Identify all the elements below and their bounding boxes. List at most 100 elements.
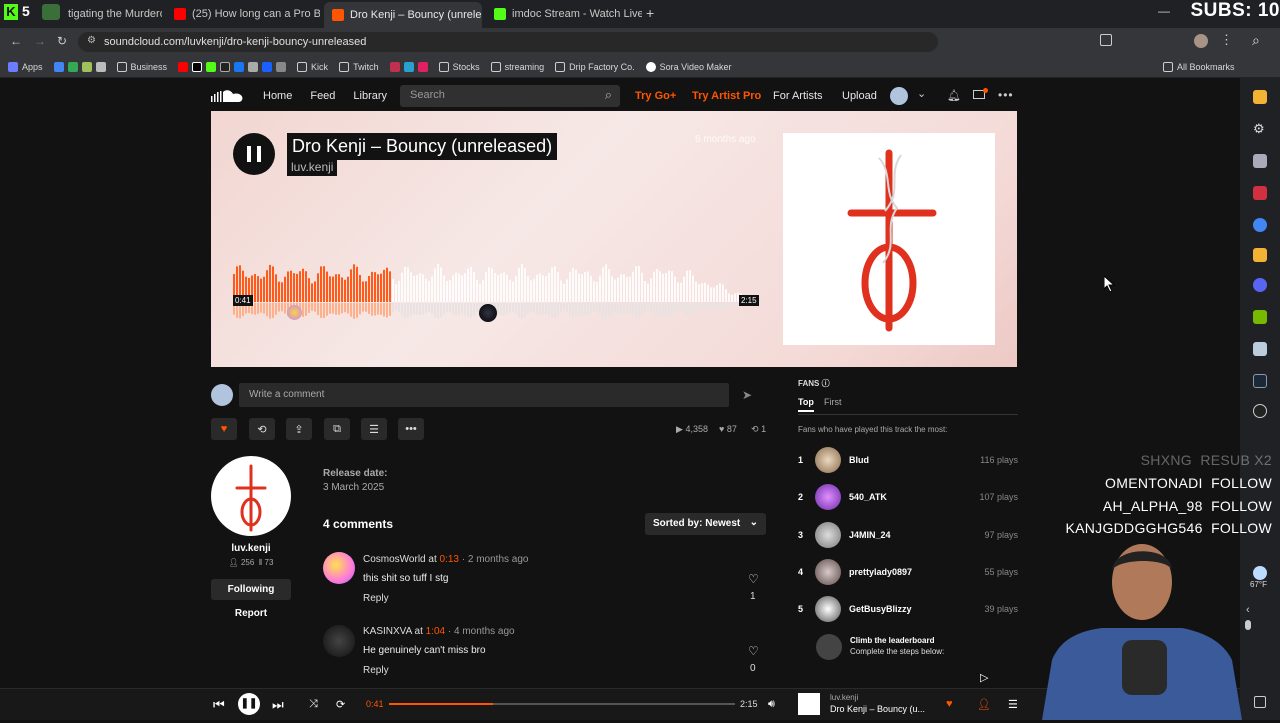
artist-name[interactable]: luv.kenji [211, 543, 291, 554]
share-button[interactable]: ⇪ [286, 418, 312, 440]
heart-icon[interactable]: ♡ [748, 644, 759, 658]
comment-marker-avatar[interactable] [287, 305, 302, 320]
reply-button[interactable]: Reply [363, 593, 389, 604]
app-icon-red[interactable] [1253, 186, 1267, 200]
app-icon-yellow[interactable] [1253, 248, 1267, 262]
more-options-icon[interactable]: ••• [998, 88, 1014, 102]
comment-user[interactable]: KASINXVA [363, 626, 412, 637]
comment-user[interactable]: CosmosWorld [363, 554, 426, 565]
discord-icon[interactable] [1253, 278, 1267, 292]
back-icon[interactable]: ← [10, 34, 22, 48]
notification-icon[interactable] [1254, 696, 1266, 708]
shuffle-icon[interactable]: ⤨ [309, 698, 318, 711]
minimize-button[interactable]: — [1158, 4, 1170, 18]
more-button[interactable]: ••• [398, 418, 424, 440]
repeat-icon[interactable]: ⟳ [336, 698, 345, 711]
bookmark-stocks[interactable]: Stocks [438, 61, 480, 72]
chrome-icon[interactable] [1253, 218, 1267, 232]
try-go-plus-link[interactable]: Try Go+ [635, 90, 676, 102]
bookmark-apps[interactable]: Apps [8, 61, 43, 72]
search-icon[interactable]: ⌕ [1252, 32, 1260, 49]
bookmark-drip-factory[interactable]: Drip Factory Co. [555, 61, 635, 72]
tab-first[interactable]: First [824, 397, 842, 407]
microphone-icon[interactable] [1245, 620, 1251, 630]
comment-timestamp[interactable]: 1:04 [426, 626, 445, 637]
now-playing-artist[interactable]: luv.kenji [830, 693, 858, 702]
app-icon-cloud[interactable] [1253, 342, 1267, 356]
chevron-down-icon[interactable]: ⌄ [917, 87, 926, 100]
following-button[interactable]: Following [211, 579, 291, 600]
chevron-left-icon[interactable]: ‹ [1246, 604, 1250, 616]
bell-icon[interactable]: 🔔︎ [947, 89, 961, 102]
bookmark-sora[interactable]: Sora Video Maker [645, 61, 732, 72]
fan-row[interactable]: 1 Blud 116 plays [798, 445, 1018, 475]
fan-row[interactable]: 2 540_ATK 107 plays [798, 482, 1018, 512]
now-playing-artwork[interactable] [798, 693, 820, 715]
gear-icon[interactable]: ⚙ [1253, 122, 1267, 136]
comment-avatar[interactable] [323, 552, 355, 584]
bookmark-twitch[interactable]: Twitch [339, 61, 379, 72]
upload-link[interactable]: Upload [842, 90, 877, 102]
comment-avatar[interactable] [323, 625, 355, 657]
report-link[interactable]: Report [211, 608, 291, 619]
folder-app-icon[interactable] [1253, 90, 1267, 104]
soundcloud-logo[interactable] [211, 89, 245, 103]
comment-input[interactable]: Write a comment [239, 383, 729, 407]
forward-icon[interactable]: → [34, 34, 46, 48]
profile-avatar[interactable] [1194, 34, 1208, 48]
all-bookmarks[interactable]: All Bookmarks [1163, 61, 1235, 72]
previous-icon[interactable]: ⏮ [213, 697, 225, 713]
steam-icon[interactable] [1253, 374, 1267, 388]
send-icon[interactable]: ➤ [742, 388, 752, 402]
tab-youtube[interactable]: (25) How long can a Pro Base E ✕ [166, 4, 320, 24]
now-playing-title[interactable]: Dro Kenji – Bouncy (u... [830, 704, 925, 714]
tab-murder[interactable]: tigating the Murdero ✕ [60, 4, 162, 24]
computer-icon[interactable] [1253, 154, 1267, 168]
fan-row[interactable]: 4 prettylady0897 55 plays [798, 557, 1018, 587]
pause-button[interactable]: ❚❚ [238, 693, 260, 715]
fan-row[interactable]: 5 GetBusyBlizzy 39 plays [798, 594, 1018, 624]
new-tab-button[interactable]: + [646, 5, 654, 21]
bookmark-icons-3[interactable] [389, 61, 428, 72]
sort-dropdown[interactable]: Sorted by: Newest ⌄ [645, 513, 766, 535]
next-icon[interactable]: ⏭ [272, 697, 284, 713]
comment-marker-avatar[interactable] [479, 304, 497, 322]
user-avatar[interactable] [890, 87, 908, 105]
nav-home[interactable]: Home [263, 90, 292, 102]
artist-avatar[interactable] [211, 456, 291, 536]
bookmark-icons[interactable] [53, 61, 106, 72]
nav-feed[interactable]: Feed [310, 90, 335, 102]
fan-row[interactable]: 3 J4MIN_24 97 plays [798, 520, 1018, 550]
site-info-icon[interactable]: ⚙ [87, 35, 96, 46]
reply-button[interactable]: Reply [363, 665, 389, 676]
like-button[interactable]: ♥ [211, 418, 237, 440]
heart-icon[interactable]: ♥ [946, 698, 953, 710]
add-to-playlist-button[interactable]: ☰ [361, 418, 387, 440]
bookmark-kick[interactable]: Kick [297, 61, 328, 72]
follow-icon[interactable]: 👤︎ [977, 698, 991, 711]
nvidia-icon[interactable] [1253, 310, 1267, 324]
info-icon[interactable]: ⓘ [822, 379, 830, 388]
tab-top[interactable]: Top [798, 397, 814, 412]
search-icon[interactable]: ⌕ [605, 87, 612, 103]
repost-button[interactable]: ⟲ [249, 418, 275, 440]
copy-link-button[interactable]: ⧉ [324, 418, 350, 440]
try-artist-pro-link[interactable]: Try Artist Pro [692, 90, 761, 102]
bookmark-icons-2[interactable] [178, 61, 287, 72]
bookmark-streaming[interactable]: streaming [490, 61, 544, 72]
nav-library[interactable]: Library [353, 90, 387, 102]
volume-icon[interactable]: 🔊︎ [768, 698, 775, 711]
for-artists-link[interactable]: For Artists [773, 90, 823, 102]
extension-icon[interactable] [1100, 34, 1112, 46]
browser-menu-icon[interactable]: ⋮ [1220, 32, 1233, 48]
obs-icon[interactable] [1253, 404, 1267, 418]
heart-icon[interactable]: ♡ [748, 572, 759, 586]
queue-icon[interactable]: ☰ [1008, 698, 1018, 711]
address-bar[interactable]: ⚙ soundcloud.com/luvkenji/dro-kenji-boun… [78, 32, 938, 52]
track-artist[interactable]: luv.kenji [287, 158, 338, 176]
comment-timestamp[interactable]: 0:13 [440, 554, 459, 565]
tab-kick[interactable]: imdoc Stream - Watch Live on ✕ [486, 4, 642, 24]
pause-button[interactable] [233, 133, 275, 175]
reload-icon[interactable]: ↻ [57, 34, 67, 48]
play-icon[interactable]: ▷ [980, 671, 988, 684]
